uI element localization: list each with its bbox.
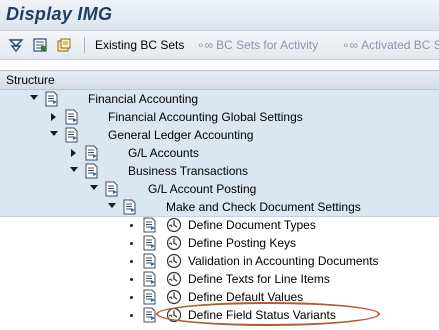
leaf-bullet — [130, 242, 133, 245]
structure-column-header: Structure — [0, 70, 439, 90]
execute-clock-icon[interactable] — [166, 271, 182, 287]
existing-bc-sets-button[interactable]: Existing BC Sets — [95, 38, 184, 52]
structure-node-icon — [143, 307, 156, 323]
tree-node-label: Make and Check Document Settings — [166, 200, 361, 214]
leaf-bullet — [130, 224, 133, 227]
expand-icon[interactable] — [71, 149, 76, 157]
tree-activity-label: Define Document Types — [188, 218, 316, 232]
structure-node-icon — [105, 181, 118, 197]
release-notes-icon[interactable] — [56, 37, 72, 53]
tree-activity-define-texts-line-items[interactable]: Define Texts for Line Items — [0, 270, 439, 288]
tree-activity-define-document-types[interactable]: Define Document Types — [0, 216, 439, 234]
tree-node-gl-accounts[interactable]: G/L Accounts — [0, 144, 439, 163]
tree-activity-label: Define Posting Keys — [188, 236, 297, 250]
toolbar-separator — [84, 37, 85, 53]
structure-node-icon — [143, 271, 156, 287]
leaf-bullet — [130, 296, 133, 299]
tree-node-gl-accounting[interactable]: General Ledger Accounting — [0, 126, 439, 145]
structure-node-icon — [143, 235, 156, 251]
tree-activity-label: Define Texts for Line Items — [188, 272, 330, 286]
tree-node-label: Financial Accounting Global Settings — [108, 110, 303, 124]
execute-clock-icon[interactable] — [166, 253, 182, 269]
expand-subtree-icon[interactable] — [8, 37, 24, 53]
execute-clock-icon[interactable] — [166, 235, 182, 251]
bc-set-icon: ∘∞ — [197, 38, 214, 52]
tree-node-make-check-doc-settings[interactable]: Make and Check Document Settings — [0, 198, 439, 217]
leaf-bullet — [130, 260, 133, 263]
structure-header-label: Structure — [6, 73, 55, 87]
structure-node-icon — [85, 145, 98, 161]
application-toolbar: Existing BC Sets ∘∞ BC Sets for Activity … — [0, 31, 439, 60]
tree-node-fa-global-settings[interactable]: Financial Accounting Global Settings — [0, 108, 439, 127]
leaf-bullet — [130, 314, 133, 317]
tree-node-label: Business Transactions — [128, 164, 249, 178]
collapse-icon[interactable] — [50, 131, 58, 136]
tree-node-label: G/L Accounts — [128, 146, 199, 160]
existing-bc-sets-label: Existing BC Sets — [95, 38, 185, 52]
structure-node-icon — [143, 217, 156, 233]
structure-node-icon — [143, 253, 156, 269]
structure-node-icon — [123, 199, 136, 215]
leaf-bullet — [130, 278, 133, 281]
collapse-icon[interactable] — [30, 95, 38, 100]
tree-node-business-transactions[interactable]: Business Transactions — [0, 162, 439, 181]
title-bar: Display IMG — [0, 0, 439, 31]
highlight-annotation — [156, 302, 380, 326]
tree-node-label: Financial Accounting — [88, 92, 199, 106]
tree-activity-label: Validation in Accounting Documents — [188, 254, 379, 268]
bc-sets-for-activity-label: BC Sets for Activity — [216, 38, 319, 52]
collapse-icon[interactable] — [108, 203, 116, 208]
structure-node-icon — [65, 109, 78, 125]
tree-node-label: G/L Account Posting — [148, 182, 257, 196]
collapse-icon[interactable] — [70, 167, 78, 172]
tree-node-label: General Ledger Accounting — [108, 128, 254, 142]
structure-node-icon — [65, 127, 78, 143]
expand-icon[interactable] — [51, 113, 56, 121]
tree-activity-define-posting-keys[interactable]: Define Posting Keys — [0, 234, 439, 252]
tree-node-financial-accounting[interactable]: Financial Accounting — [0, 90, 439, 109]
bc-set-icon: ∘∞ — [342, 38, 359, 52]
structure-node-icon — [85, 163, 98, 179]
tree-node-gl-account-posting[interactable]: G/L Account Posting — [0, 180, 439, 199]
activated-bc-sets-button[interactable]: ∘∞ Activated BC S — [342, 38, 439, 52]
activated-bc-sets-label: Activated BC S — [361, 38, 439, 52]
documentation-icon[interactable] — [32, 37, 48, 53]
tree-activity-validation-accounting-documents[interactable]: Validation in Accounting Documents — [0, 252, 439, 270]
bc-sets-for-activity-button[interactable]: ∘∞ BC Sets for Activity — [197, 38, 318, 52]
page-title: Display IMG — [6, 4, 113, 24]
execute-clock-icon[interactable] — [166, 217, 182, 233]
structure-node-icon — [143, 289, 156, 305]
execute-clock-icon[interactable] — [166, 289, 182, 305]
structure-node-icon — [45, 91, 58, 107]
collapse-icon[interactable] — [90, 185, 98, 190]
